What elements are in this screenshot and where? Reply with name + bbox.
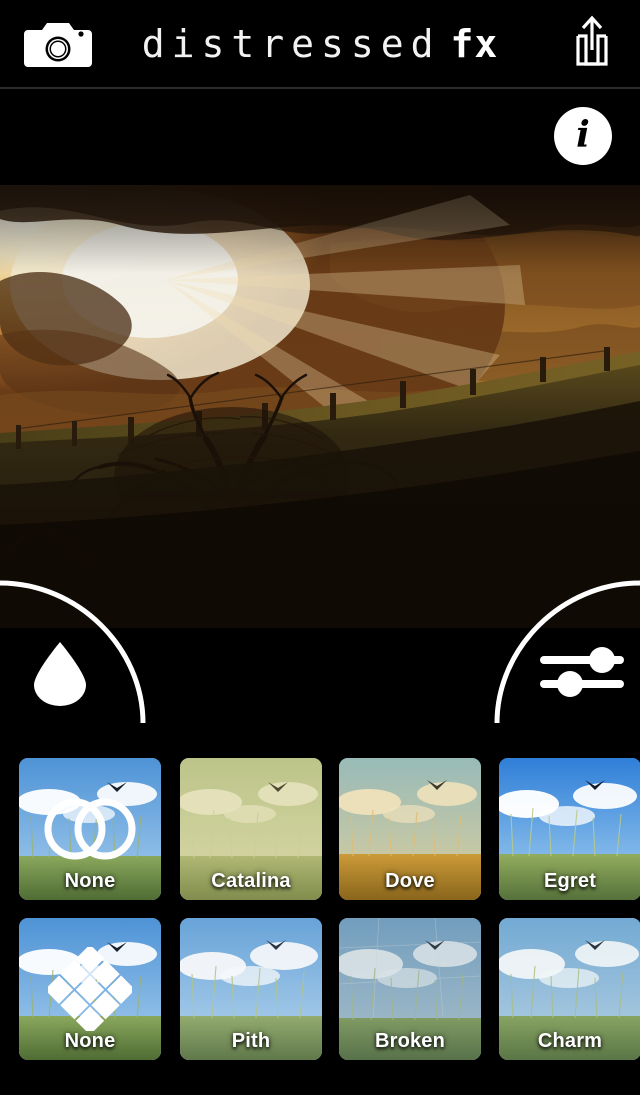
app-root: distressed fx i None Catalina Dove Egret… — [0, 0, 640, 1095]
sliders-icon[interactable] — [540, 645, 624, 699]
filter-thumb-broken[interactable]: Broken — [339, 918, 481, 1060]
filter-label: None — [64, 870, 116, 892]
filter-thumb-charm[interactable]: Charm — [499, 918, 640, 1060]
app-title-light: distressed — [141, 22, 441, 66]
filter-label: Dove — [385, 870, 435, 892]
water-drop-icon[interactable] — [28, 640, 92, 706]
filter-label: Broken — [374, 1030, 446, 1052]
filter-thumb-egret[interactable]: Egret — [499, 758, 640, 900]
photo-canvas[interactable] — [0, 185, 640, 628]
filter-thumb-dove[interactable]: Dove — [339, 758, 481, 900]
info-icon[interactable]: i — [554, 107, 612, 165]
app-title-bold: fx — [450, 22, 499, 66]
filter-label: None — [64, 1030, 116, 1052]
filter-label: Charm — [537, 1030, 603, 1052]
filter-thumb-catalina[interactable]: Catalina — [180, 758, 322, 900]
filter-row-textures[interactable]: None Pith Broken Charm — [0, 918, 640, 1078]
filter-label: Catalina — [211, 870, 291, 892]
filter-thumb-none-overlay[interactable]: None — [19, 758, 161, 900]
app-header: distressed fx — [0, 0, 640, 89]
filter-thumb-pith[interactable]: Pith — [180, 918, 322, 1060]
share-icon[interactable] — [568, 14, 616, 72]
page-title: distressed fx — [0, 0, 640, 88]
filter-filmstrip[interactable]: None Catalina Dove Egret None Pith Broke… — [0, 738, 640, 1095]
filter-label: Pith — [231, 1030, 271, 1052]
filter-thumb-none-texture[interactable]: None — [19, 918, 161, 1060]
filter-label: Egret — [543, 870, 597, 892]
info-bar: i — [0, 89, 640, 185]
filter-row-overlays[interactable]: None Catalina Dove Egret — [0, 758, 640, 918]
info-label: i — [576, 114, 590, 156]
